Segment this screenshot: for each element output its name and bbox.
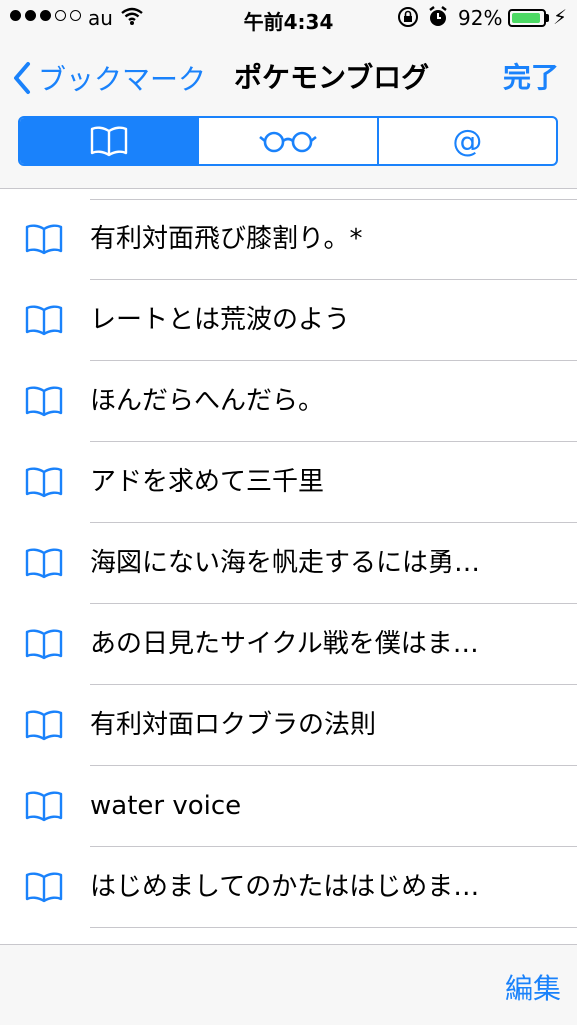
bookmark-icon bbox=[24, 466, 64, 502]
bookmark-icon bbox=[24, 871, 64, 907]
reading-list-glasses-icon bbox=[259, 131, 317, 153]
bookmark-icon bbox=[24, 385, 64, 421]
bookmark-row[interactable]: ほんだらへんだら。 bbox=[0, 361, 577, 442]
bookmark-row[interactable]: 海図にない海を帆走するには勇… bbox=[0, 523, 577, 604]
tab-bookmarks[interactable] bbox=[20, 118, 198, 164]
navigation-bar: ブックマーク ポケモンブログ 完了 @ bbox=[0, 38, 577, 189]
done-button[interactable]: 完了 bbox=[503, 58, 559, 98]
bookmark-icon bbox=[24, 223, 64, 259]
bookmark-row[interactable]: 有利対面ロクブラの法則 bbox=[0, 685, 577, 766]
bottom-toolbar: 編集 bbox=[0, 944, 577, 1025]
battery-cap bbox=[546, 14, 549, 22]
battery-percentage: 92% bbox=[458, 6, 503, 30]
alarm-icon bbox=[427, 5, 449, 34]
bookmark-title: water voice bbox=[90, 791, 242, 821]
bookmark-title: はじめましてのかたははじめま… bbox=[90, 872, 480, 902]
bookmark-title: 有利対面ロクブラの法則 bbox=[90, 710, 377, 740]
status-bar: au 午前4:34 92% ⚡ bbox=[0, 0, 577, 38]
back-button-label: ブックマーク bbox=[38, 63, 207, 96]
bookmark-icon bbox=[24, 628, 64, 664]
page-title: ポケモンブログ bbox=[234, 61, 430, 94]
bookmark-icon bbox=[24, 304, 64, 340]
bookmark-title: ほんだらへんだら。 bbox=[90, 386, 325, 416]
bookmarks-icon bbox=[90, 126, 127, 157]
bookmark-icon bbox=[24, 709, 64, 745]
back-button[interactable]: ブックマーク bbox=[12, 58, 206, 98]
bookmark-title: あの日見たサイクル戦を僕はま… bbox=[90, 629, 479, 659]
bookmark-title: レートとは荒波のよう bbox=[90, 305, 351, 335]
bookmark-icon bbox=[24, 790, 64, 826]
segmented-control: @ bbox=[18, 116, 558, 166]
charging-bolt-icon: ⚡ bbox=[553, 5, 568, 29]
bookmark-row[interactable]: レートとは荒波のよう bbox=[0, 280, 577, 361]
bookmark-title: アドを求めて三千里 bbox=[90, 467, 325, 497]
edit-button[interactable]: 編集 bbox=[505, 967, 561, 1007]
bookmark-list: 有利対面飛び膝割り。* レートとは荒波のよう ほんだらへんだら。 アドを求めて三… bbox=[0, 199, 577, 928]
bookmark-title: 有利対面飛び膝割り。* bbox=[90, 224, 363, 254]
bookmark-row[interactable]: water voice bbox=[0, 766, 577, 847]
bookmark-row[interactable]: あの日見たサイクル戦を僕はま… bbox=[0, 604, 577, 685]
bookmark-row[interactable]: はじめましてのかたははじめま… bbox=[0, 847, 577, 928]
tab-reading-list[interactable] bbox=[197, 118, 376, 164]
battery-level-fill bbox=[512, 13, 540, 23]
shared-links-icon: @ bbox=[452, 123, 483, 159]
chevron-left-icon bbox=[14, 62, 30, 94]
bookmark-row[interactable]: アドを求めて三千里 bbox=[0, 442, 577, 523]
orientation-lock-icon bbox=[397, 6, 419, 33]
bookmark-row[interactable]: 有利対面飛び膝割り。* bbox=[0, 199, 577, 280]
battery-icon bbox=[508, 9, 546, 27]
tab-shared-links[interactable]: @ bbox=[376, 118, 556, 164]
bookmark-title: 海図にない海を帆走するには勇… bbox=[90, 548, 481, 578]
bookmark-icon bbox=[24, 547, 64, 583]
